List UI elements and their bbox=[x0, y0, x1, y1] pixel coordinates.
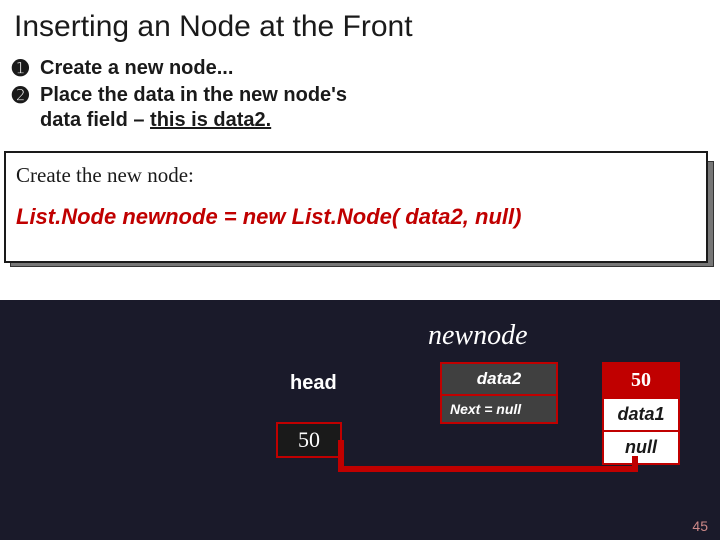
existing-node-box: 50 data1 null bbox=[602, 362, 680, 465]
existing-node-data: data1 bbox=[604, 399, 678, 432]
connector-line bbox=[338, 440, 344, 472]
head-value-box: 50 bbox=[276, 422, 342, 458]
newnode-box: data2 Next = null bbox=[440, 362, 558, 424]
page-number: 45 bbox=[692, 518, 708, 534]
connector-line bbox=[342, 466, 638, 472]
code-line: List.Node newnode = new List.Node( data2… bbox=[16, 204, 692, 230]
newnode-label: newnode bbox=[428, 320, 528, 352]
existing-node-next: null bbox=[604, 432, 678, 463]
existing-node-value: 50 bbox=[604, 364, 678, 399]
bullet-1: ➊ Create a new node... bbox=[12, 56, 708, 81]
bullet-text-1: Create a new node... bbox=[40, 56, 233, 81]
slide-title: Inserting an Node at the Front bbox=[0, 0, 720, 52]
bullet-text-2: Place the data in the new node'sdata fie… bbox=[40, 83, 347, 133]
newnode-next: Next = null bbox=[442, 396, 556, 422]
code-box: Create the new node: List.Node newnode =… bbox=[0, 151, 710, 263]
head-label: head bbox=[290, 372, 337, 395]
bullet-2: ➋ Place the data in the new node'sdata f… bbox=[12, 83, 708, 133]
code-box-label: Create the new node: bbox=[16, 163, 692, 188]
bullet-marker-1: ➊ bbox=[12, 56, 40, 81]
newnode-data: data2 bbox=[442, 364, 556, 396]
connector-line bbox=[632, 456, 638, 472]
bullet-marker-2: ➋ bbox=[12, 83, 40, 108]
bullet-list: ➊ Create a new node... ➋ Place the data … bbox=[0, 52, 720, 145]
